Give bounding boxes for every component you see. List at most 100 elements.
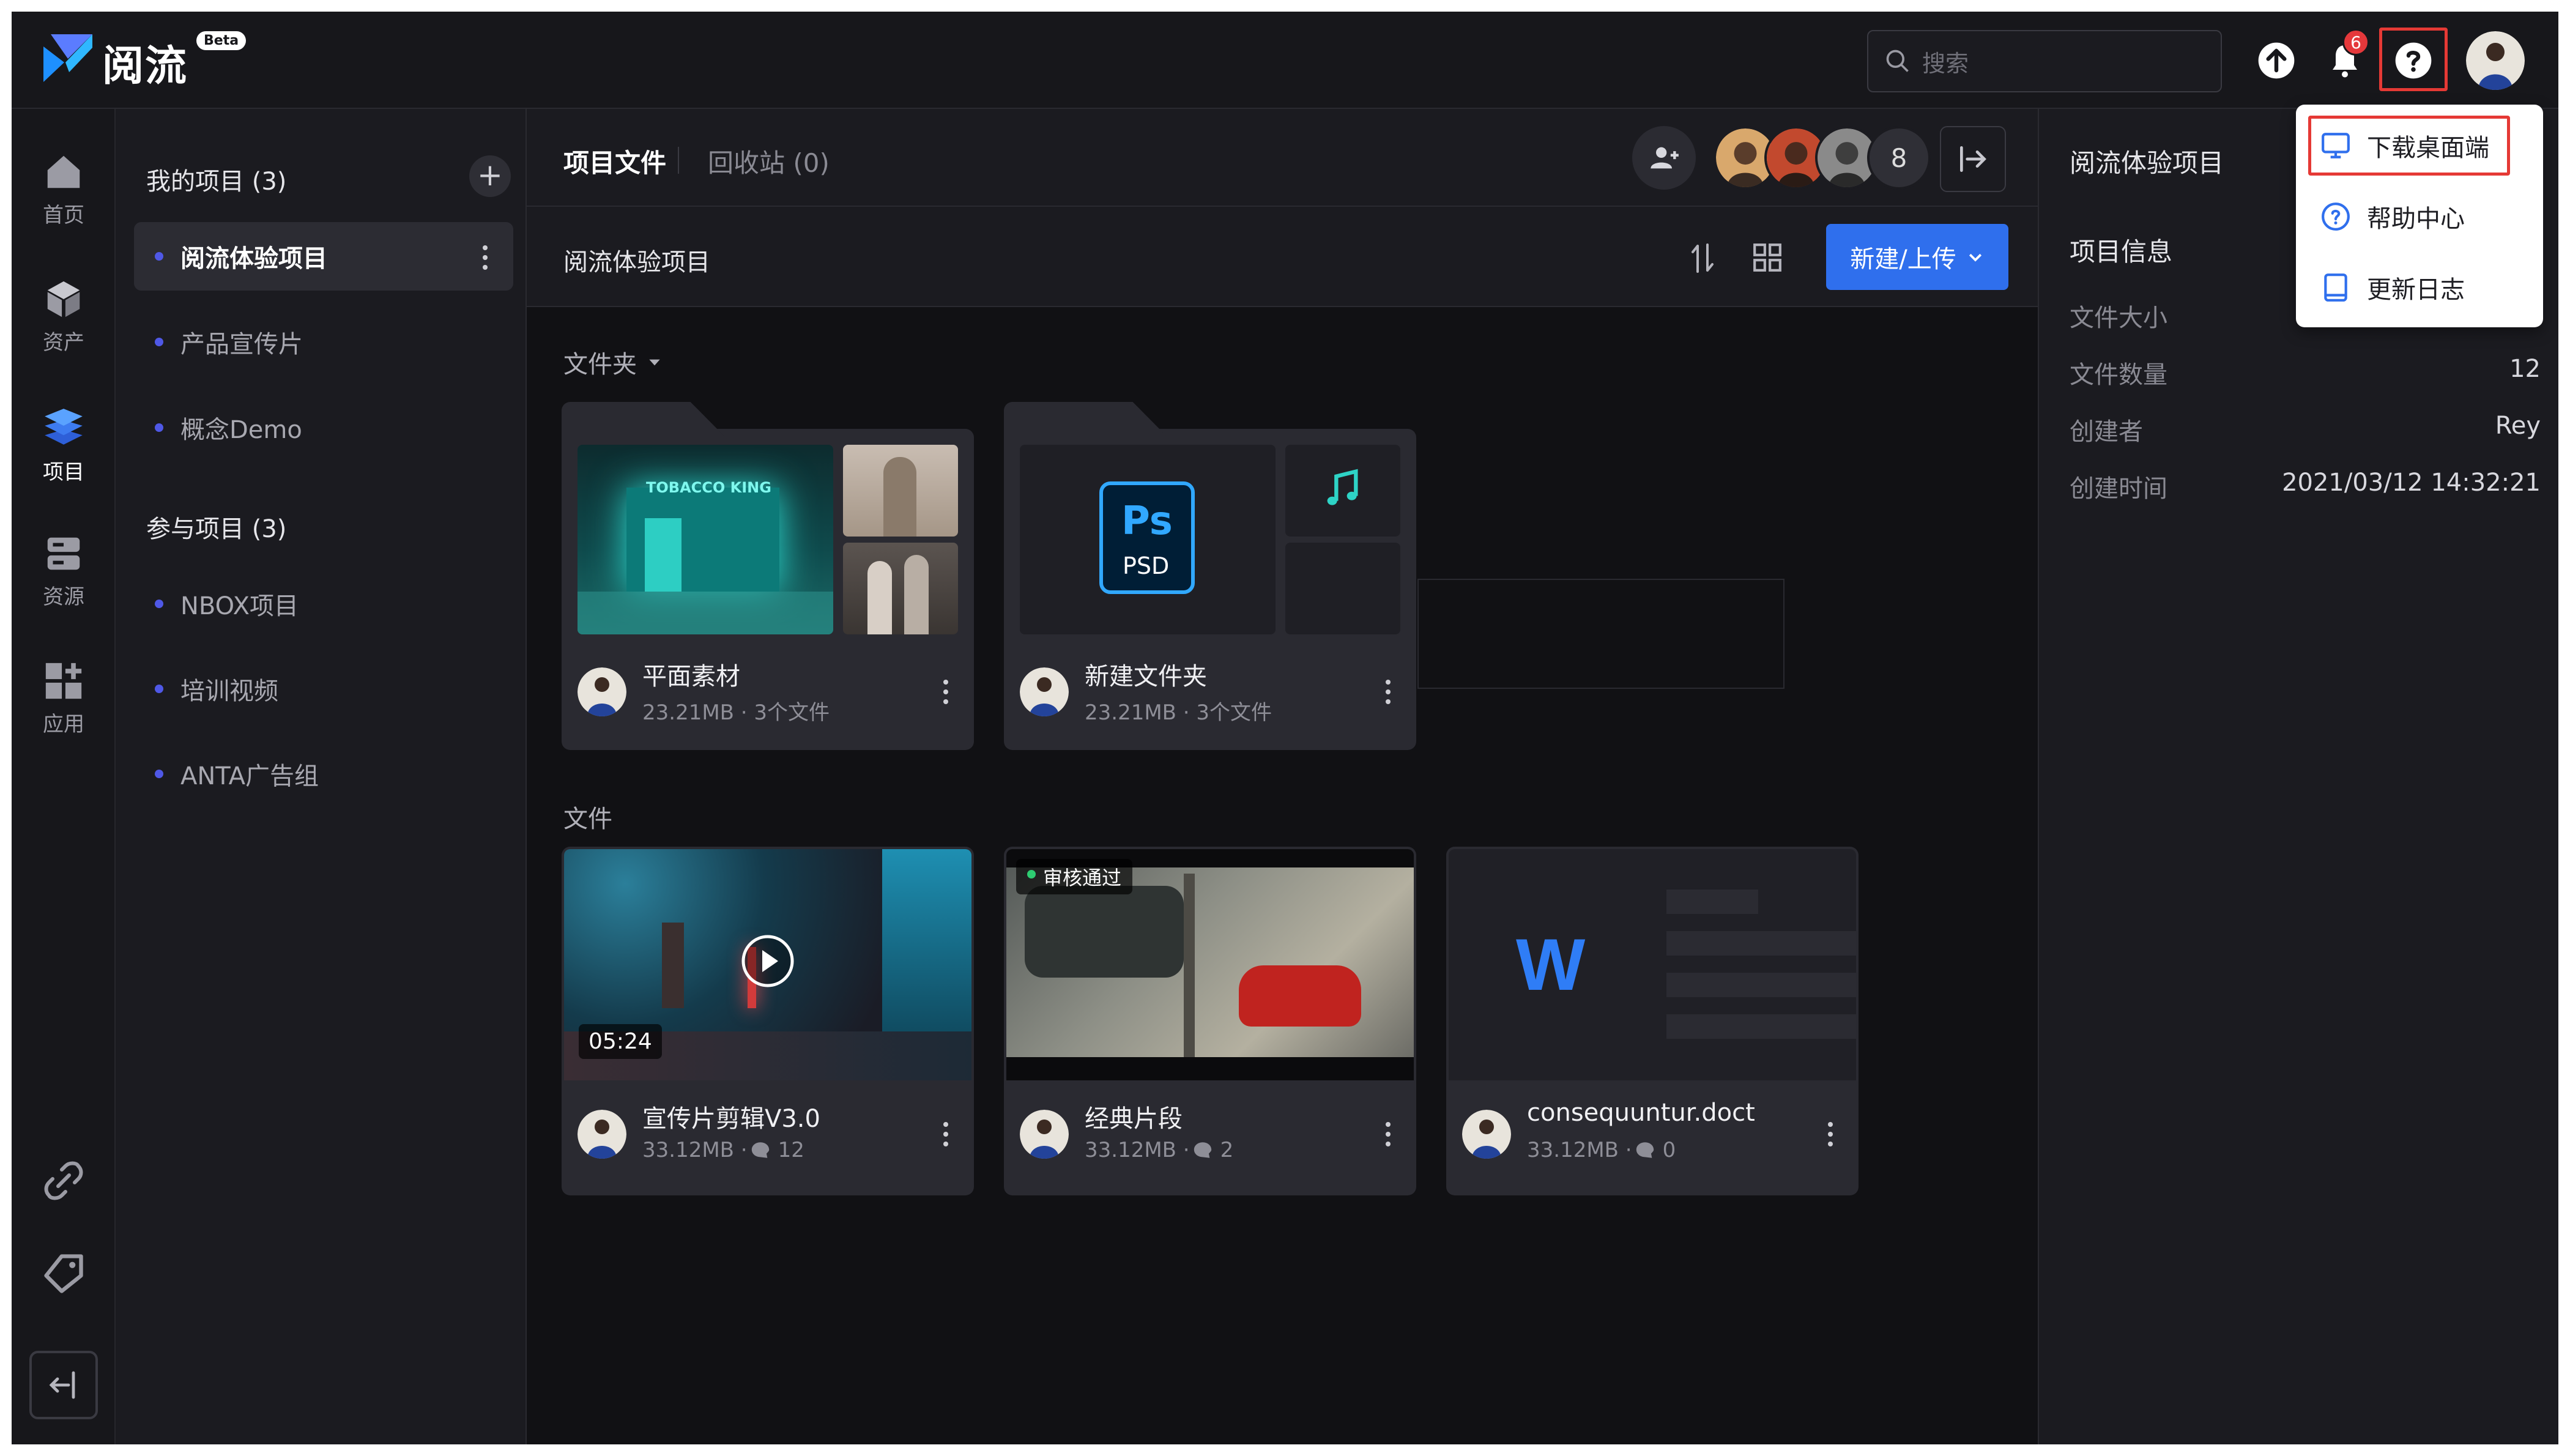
menu-item-label: 更新日志 — [2367, 276, 2465, 304]
owner-avatar — [578, 667, 626, 716]
folder-card-1[interactable]: TOBACCO KING 平面素材 23.21MB · 3个文件 — [562, 402, 974, 750]
owner-avatar — [1462, 1110, 1511, 1159]
beta-badge: Beta — [196, 31, 247, 50]
file-size: 33.12MB · — [1527, 1138, 1632, 1162]
tab-bar: 项目文件 回收站 (0) 8 — [527, 109, 2038, 207]
video-duration: 05:24 — [579, 1024, 662, 1059]
grid-view-icon[interactable] — [1752, 242, 1783, 273]
sidebar-item-project-1[interactable]: 阅流体验项目 — [134, 222, 513, 291]
project-dot-icon — [155, 252, 163, 261]
sort-icon[interactable] — [1688, 242, 1717, 274]
project-sidebar: 我的项目 (3) + 阅流体验项目 产品宣传片 概念Demo 参与项目 (3) … — [116, 109, 527, 1444]
upload-button[interactable] — [2253, 37, 2300, 84]
file-card-document[interactable]: W consequuntur.doct 33.12MB · 0 — [1446, 847, 1859, 1195]
info-key: 文件大小 — [2070, 304, 2167, 332]
tab-project-files[interactable]: 项目文件 — [563, 143, 666, 180]
caret-down-icon — [649, 359, 660, 366]
menu-item-help-center[interactable]: 帮助中心 — [2296, 186, 2543, 247]
member-count[interactable]: 8 — [1867, 126, 1931, 190]
play-icon[interactable] — [740, 934, 795, 989]
sidebar-item-joined-3[interactable]: ANTA广告组 — [134, 740, 513, 808]
menu-item-changelog[interactable]: 更新日志 — [2296, 257, 2543, 318]
app-name: 阅流 — [102, 42, 188, 91]
folder-card-2[interactable]: Ps PSD 新建文件夹 23.21MB · 3个文件 — [1004, 402, 1416, 750]
panel-project-name: 阅流体验项目 — [2070, 148, 2224, 178]
project-name: 产品宣传片 — [180, 330, 303, 358]
project-dot-icon — [155, 685, 163, 693]
project-name: ANTA广告组 — [180, 762, 319, 790]
add-user-icon — [1651, 147, 1679, 169]
user-avatar[interactable] — [2466, 31, 2525, 90]
info-row-creator: 创建者 Rey — [2070, 412, 2541, 448]
rail-item-assets[interactable]: 资产 — [12, 278, 116, 355]
icon-rail: 首页 资产 项目 资源 应用 — [12, 109, 116, 1444]
rail-label-projects: 项目 — [43, 460, 84, 485]
rail-item-home[interactable]: 首页 — [12, 150, 116, 228]
more-vertical-icon[interactable] — [481, 244, 489, 271]
sidebar-item-project-3[interactable]: 概念Demo — [134, 393, 513, 462]
link-icon — [44, 1161, 83, 1200]
more-vertical-icon[interactable] — [1384, 1121, 1392, 1148]
project-name: 阅流体验项目 — [180, 245, 327, 273]
resources-server-icon — [47, 537, 80, 570]
sidebar-item-joined-2[interactable]: 培训视频 — [134, 655, 513, 723]
project-dot-icon — [155, 338, 163, 346]
file-meta: 33.12MB · 2 — [1085, 1138, 1233, 1162]
rail-item-apps[interactable]: 应用 — [12, 659, 116, 737]
link-button[interactable] — [12, 1159, 116, 1203]
breadcrumb: 阅流体验项目 — [563, 248, 710, 277]
add-project-button[interactable]: + — [469, 155, 511, 197]
file-card-video[interactable]: 05:24 宣传片剪辑V3.0 33.12MB · 12 — [562, 847, 974, 1195]
top-bar: 阅流 Beta 搜索 6 — [12, 12, 2558, 109]
chevron-down-icon — [1969, 253, 1981, 262]
invite-member-button[interactable] — [1632, 126, 1696, 190]
share-exit-button[interactable] — [1940, 126, 2006, 192]
tag-button[interactable] — [12, 1250, 116, 1297]
comment-icon — [751, 1142, 769, 1158]
file-meta: 33.12MB · 12 — [642, 1138, 804, 1162]
folders-section-label[interactable]: 文件夹 — [563, 344, 663, 380]
app-logo[interactable]: 阅流 Beta — [43, 31, 247, 92]
comment-icon — [1636, 1142, 1654, 1158]
menu-item-label: 帮助中心 — [2367, 205, 2465, 233]
file-size: 33.12MB · — [1085, 1138, 1190, 1162]
info-row-file-count: 文件数量 12 — [2070, 355, 2541, 392]
folder-thumbnail-main: TOBACCO KING — [578, 445, 833, 634]
more-vertical-icon[interactable] — [942, 678, 949, 705]
more-vertical-icon[interactable] — [1827, 1121, 1834, 1148]
arrow-right-bar-icon — [1960, 146, 1986, 172]
info-value: 2021/03/12 14:32:21 — [2282, 469, 2541, 497]
apps-grid-icon — [45, 663, 82, 699]
home-icon — [47, 155, 80, 188]
file-title: 宣传片剪辑V3.0 — [642, 1105, 820, 1133]
tab-trash[interactable]: 回收站 (0) — [708, 143, 830, 180]
assets-cube-icon — [47, 281, 80, 318]
folder-thumbnail-small-1 — [843, 445, 958, 537]
info-key: 文件数量 — [2070, 361, 2167, 389]
notification-count-badge: 6 — [2342, 29, 2369, 56]
rail-item-projects[interactable]: 项目 — [12, 405, 116, 485]
comment-count: 2 — [1220, 1138, 1234, 1162]
project-info-title: 项目信息 — [2070, 237, 2173, 267]
project-name: 概念Demo — [180, 416, 302, 444]
review-status-badge: 审核通过 — [1016, 859, 1133, 894]
search-input[interactable]: 搜索 — [1867, 30, 2222, 92]
rail-item-resources[interactable]: 资源 — [12, 532, 116, 610]
comment-count: 0 — [1662, 1138, 1676, 1162]
folder-thumbnail-small-2 — [1285, 543, 1400, 634]
more-vertical-icon[interactable] — [1384, 678, 1392, 705]
sidebar-item-joined-1[interactable]: NBOX项目 — [134, 570, 513, 638]
info-row-created-time: 创建时间 2021/03/12 14:32:21 — [2070, 469, 2541, 505]
psd-label: PSD — [1123, 552, 1170, 579]
sidebar-item-project-2[interactable]: 产品宣传片 — [134, 308, 513, 376]
project-name: NBOX项目 — [180, 592, 299, 620]
psd-ps-text: Ps — [1121, 499, 1173, 544]
comment-icon — [1194, 1142, 1211, 1158]
file-card-clip[interactable]: 审核通过 经典片段 33.12MB · 2 — [1004, 847, 1416, 1195]
new-upload-button[interactable]: 新建/上传 — [1826, 224, 2008, 290]
folder-thumbnail-small-1 — [1285, 445, 1400, 537]
collapse-sidebar-button[interactable] — [12, 1351, 116, 1419]
more-vertical-icon[interactable] — [942, 1121, 949, 1148]
download-desktop-highlight — [2308, 116, 2510, 176]
word-doc-icon: W — [1516, 924, 1586, 1006]
